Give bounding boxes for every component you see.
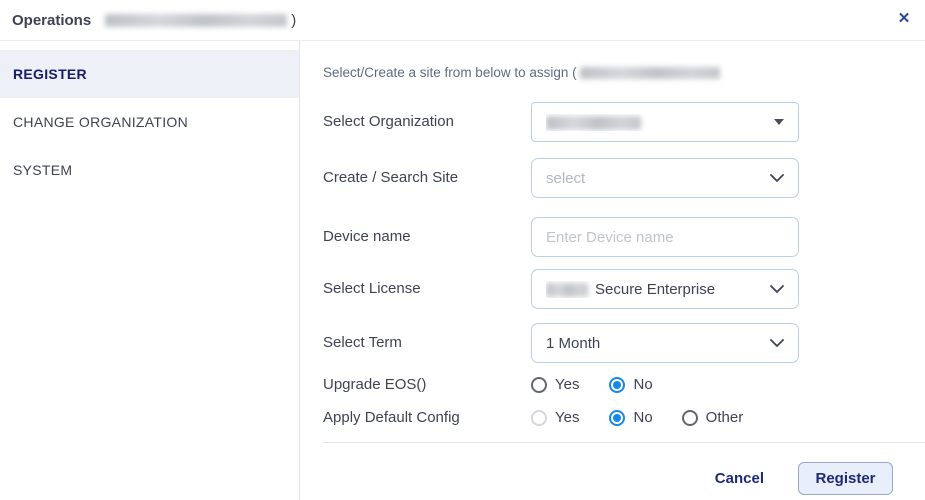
select-license-label: Select License <box>323 269 421 309</box>
register-form: Select/Create a site from below to assig… <box>301 41 925 500</box>
chevron-down-icon <box>770 339 784 347</box>
cancel-button[interactable]: Cancel <box>715 470 764 487</box>
upgrade-eos-label: Upgrade EOS() <box>323 376 426 394</box>
select-license-dropdown[interactable]: Secure Enterprise <box>531 269 799 309</box>
sidebar-item-change-organization[interactable]: CHANGE ORGANIZATION <box>0 98 299 146</box>
radio-selected-icon[interactable] <box>609 410 625 426</box>
select-organization-dropdown[interactable] <box>531 102 799 142</box>
redacted-device-id <box>580 67 720 79</box>
redacted-device-id <box>105 14 287 27</box>
radio-selected-icon[interactable] <box>609 377 625 393</box>
select-organization-label: Select Organization <box>323 102 454 142</box>
apply-default-config-yes-option[interactable]: Yes <box>531 409 579 426</box>
form-intro: Select/Create a site from below to assig… <box>323 65 720 80</box>
footer-divider <box>323 442 925 443</box>
upgrade-eos-yes-option[interactable]: Yes <box>531 376 579 393</box>
caret-down-icon <box>774 119 784 125</box>
sidebar-item-register[interactable]: REGISTER <box>0 50 299 98</box>
upgrade-eos-no-option[interactable]: No <box>609 376 652 393</box>
apply-default-config-other-option[interactable]: Other <box>682 409 744 426</box>
select-term-value: 1 Month <box>546 335 762 352</box>
operations-dialog: Operations ) ✕ REGISTER CHANGE ORGANIZAT… <box>0 0 925 500</box>
sidebar-item-system[interactable]: SYSTEM <box>0 146 299 194</box>
sidebar-item-label: CHANGE ORGANIZATION <box>13 114 188 130</box>
upgrade-eos-radio-group: Yes No <box>531 376 653 393</box>
select-term-dropdown[interactable]: 1 Month <box>531 323 799 363</box>
device-name-input[interactable] <box>531 217 799 257</box>
select-term-label: Select Term <box>323 323 402 363</box>
apply-default-config-label: Apply Default Config <box>323 409 460 427</box>
create-search-site-placeholder: select <box>546 170 762 187</box>
form-intro-text: Select/Create a site from below to assig… <box>323 65 577 80</box>
sidebar-item-label: REGISTER <box>13 66 87 82</box>
apply-default-config-radio-group: Yes No Other <box>531 409 743 426</box>
dialog-header: Operations ) ✕ <box>0 0 925 41</box>
select-license-value: Secure Enterprise <box>546 281 762 298</box>
create-search-site-dropdown[interactable]: select <box>531 158 799 198</box>
register-button[interactable]: Register <box>798 462 893 495</box>
close-icon[interactable]: ✕ <box>891 6 917 32</box>
sidebar: REGISTER CHANGE ORGANIZATION SYSTEM <box>0 41 300 500</box>
footer-actions: Cancel Register <box>715 462 893 495</box>
redacted-organization-value <box>546 114 766 131</box>
redacted-license-prefix <box>546 283 588 297</box>
device-name-label: Device name <box>323 217 411 257</box>
radio-unselected-icon[interactable] <box>531 377 547 393</box>
chevron-down-icon <box>770 285 784 293</box>
create-search-site-label: Create / Search Site <box>323 158 458 198</box>
dialog-title-suffix: ) <box>291 12 296 29</box>
dialog-title: Operations <box>12 12 91 29</box>
chevron-down-icon <box>770 174 784 182</box>
sidebar-item-label: SYSTEM <box>13 162 72 178</box>
radio-unselected-icon[interactable] <box>682 410 698 426</box>
apply-default-config-no-option[interactable]: No <box>609 409 652 426</box>
radio-disabled-icon <box>531 410 547 426</box>
